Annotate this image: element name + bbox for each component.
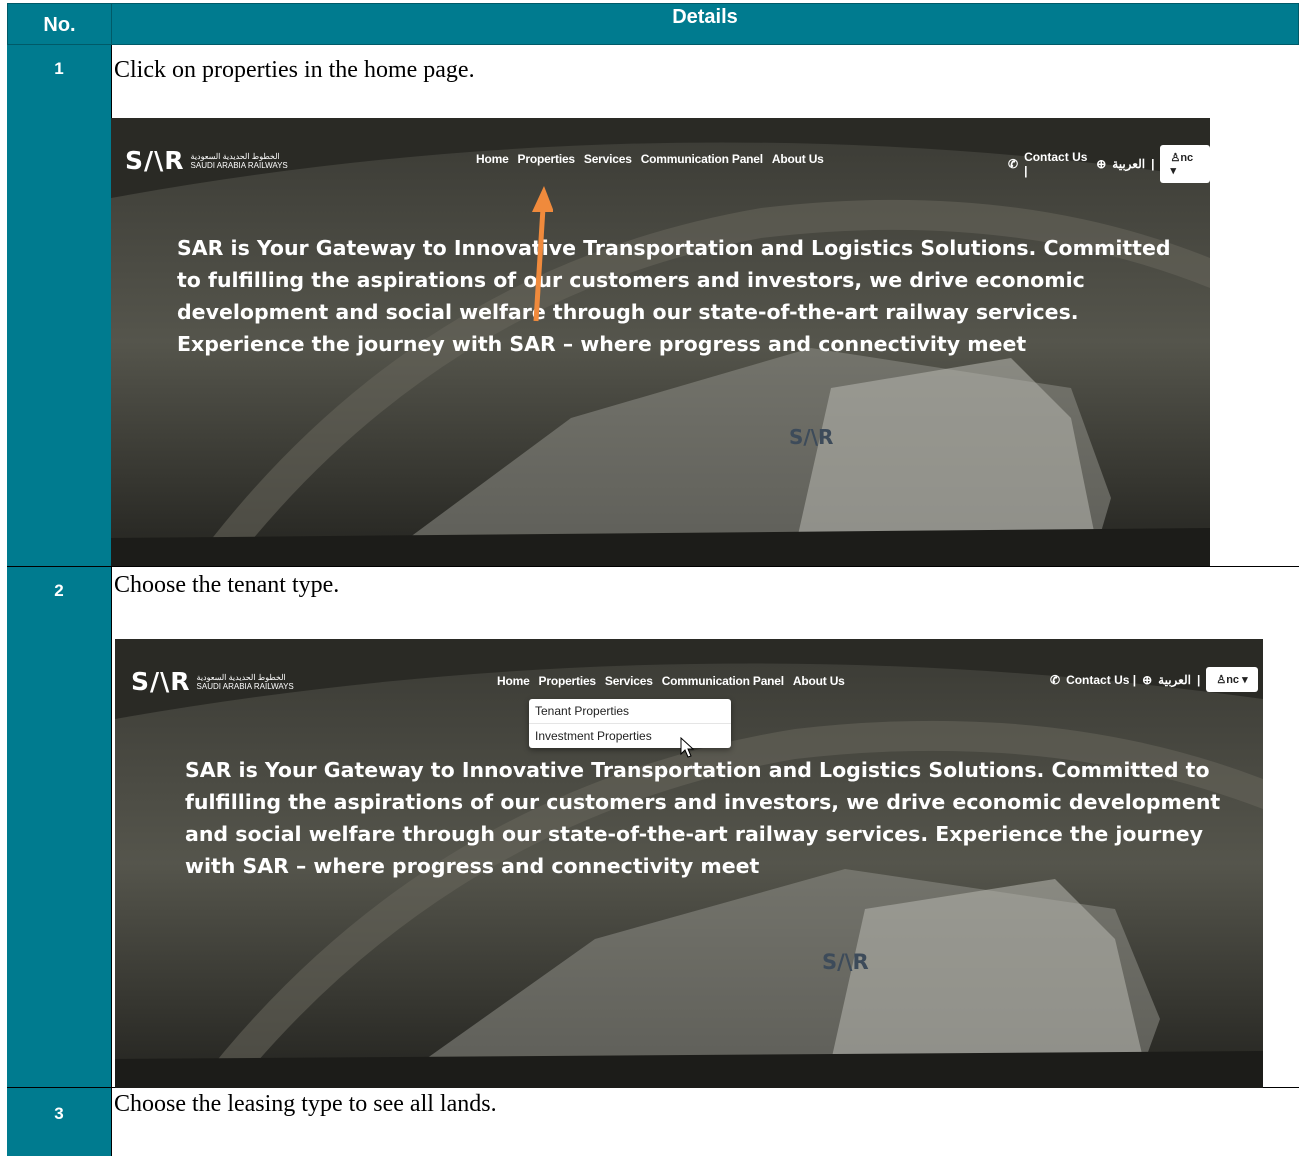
train-logo: S/\R [822,950,869,974]
table-header: No. Details [7,3,1299,46]
properties-dropdown: Tenant Properties Investment Properties [529,699,731,748]
contact-us-link[interactable]: Contact Us | [1066,673,1136,687]
site-logo[interactable]: S/\R الخطوط الحديدية السعودية SAUDI ARABI… [131,667,294,696]
row-divider [7,566,1299,567]
main-menu: Home Properties Services Communication P… [497,674,845,688]
user-menu-button[interactable]: ♙nc ▾ [1160,145,1210,183]
separator: | [1196,672,1201,687]
step-number: 2 [54,581,64,600]
menu-communication-panel[interactable]: Communication Panel [662,674,784,688]
screenshot-home-page: S/\R S/\R الخطوط الحديدية السعودية SAUDI … [111,118,1210,566]
orange-arrow-annotation [532,186,553,322]
step-text: Choose the leasing type to see all lands… [114,1091,497,1117]
logo-text: الخطوط الحديدية السعودية SAUDI ARABIA RAI… [190,151,288,170]
top-right-controls: ✆ Contact Us | ⊕ العربية | ♙nc ▾ [1008,145,1210,183]
phone-icon: ✆ [1008,157,1019,171]
step-number: 3 [54,1104,64,1123]
dropdown-item-investment-properties[interactable]: Investment Properties [529,723,731,748]
hero-text: SAR is Your Gateway to Innovative Transp… [177,236,1171,356]
train-logo: S/\R [789,425,833,449]
menu-about-us[interactable]: About Us [772,152,824,166]
menu-properties[interactable]: Properties [518,152,576,166]
menu-about-us[interactable]: About Us [793,674,845,688]
user-menu-button[interactable]: ♙nc ▾ [1206,667,1258,692]
globe-icon: ⊕ [1096,157,1107,171]
header-details: Details [672,5,738,28]
menu-services[interactable]: Services [605,674,653,688]
menu-communication-panel[interactable]: Communication Panel [641,152,763,166]
step-text: Click on properties in the home page. [114,57,475,83]
step-number: 1 [54,59,64,78]
logo-mark: S/\R [131,667,191,696]
menu-services[interactable]: Services [584,152,632,166]
menu-home[interactable]: Home [497,674,530,688]
language-link[interactable]: العربية [1158,673,1191,687]
menu-properties[interactable]: Properties [539,674,597,688]
hero-text: SAR is Your Gateway to Innovative Transp… [185,758,1221,878]
globe-icon: ⊕ [1142,672,1153,687]
user-icon: ♙ [1170,152,1181,164]
header-no: No. [8,4,112,46]
user-icon: ♙ [1216,674,1227,686]
phone-icon: ✆ [1050,672,1061,687]
separator: | [1151,157,1155,171]
contact-us-link[interactable]: Contact Us | [1024,150,1090,178]
main-menu: Home Properties Services Communication P… [476,152,824,166]
dropdown-item-tenant-properties[interactable]: Tenant Properties [529,699,731,723]
site-logo[interactable]: S/\R الخطوط الحديدية السعودية SAUDI ARABI… [125,146,288,175]
logo-mark: S/\R [125,146,185,175]
logo-text: الخطوط الحديدية السعودية SAUDI ARABIA RAI… [196,672,294,691]
screenshot-properties-dropdown: S/\R S/\R الخطوط الحديدية السعودية SAUDI … [115,639,1263,1088]
top-right-controls: ✆ Contact Us | ⊕ العربية | ♙nc ▾ [1050,667,1258,692]
menu-home[interactable]: Home [476,152,509,166]
step-text: Choose the tenant type. [114,572,340,598]
language-link[interactable]: العربية [1112,157,1145,171]
